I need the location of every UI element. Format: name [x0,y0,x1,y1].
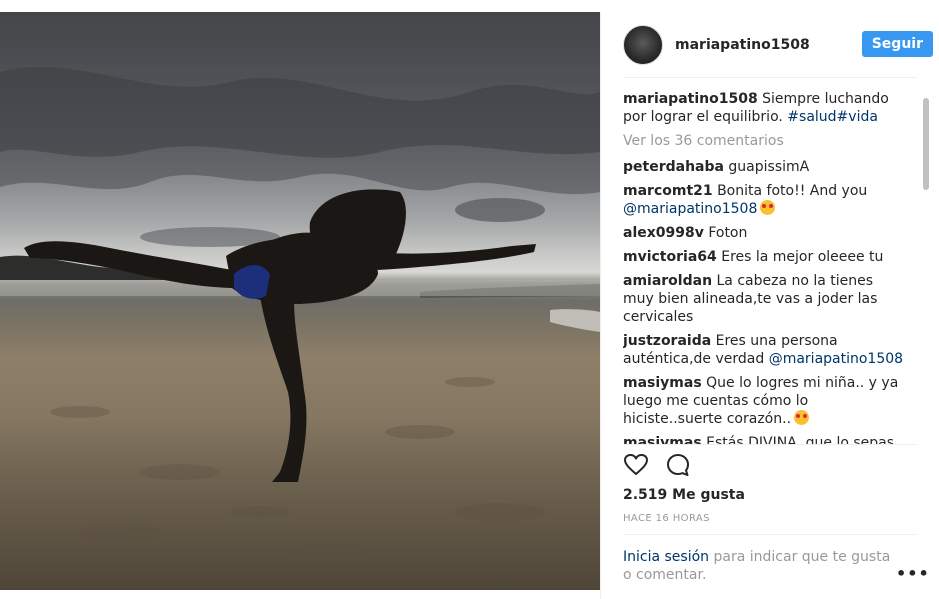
post-side-panel: mariapatino1508 Seguir mariapatino1508 S… [600,12,939,599]
comment-text: guapissimA [728,159,810,175]
comment-username[interactable]: amiaroldan [623,273,712,289]
comment-username[interactable]: justzoraida [623,333,711,349]
post-header: mariapatino1508 Seguir [623,18,933,72]
heart-eyes-emoji-icon [794,410,810,425]
comment-item: marcomt21 Bonita foto!! And you @mariapa… [623,182,905,218]
comment-text: Foton [708,225,748,241]
comment-item: alex0998v Foton [623,224,905,242]
comment-item: mvictoria64 Eres la mejor oleeee tu [623,248,905,266]
heart-eyes-emoji-icon [760,200,776,215]
header-username[interactable]: mariapatino1508 [675,37,810,53]
comment-item: masiymas Que lo logres mi niña.. y ya lu… [623,374,905,428]
comments-list[interactable]: mariapatino1508 Siempre luchando por log… [623,90,905,444]
caption-hashtags[interactable]: #salud#vida [787,109,878,125]
comment-mention[interactable]: @mariapatino1508 [769,351,903,367]
comment-text: Estás DIVINA, que lo sepas [706,435,895,444]
comments-scrollbar[interactable] [923,98,929,190]
action-bar [623,452,691,482]
comment-username[interactable]: marcomt21 [623,183,713,199]
comment-text: Eres la mejor oleeee tu [721,249,884,265]
comment-mention[interactable]: @mariapatino1508 [623,201,757,217]
comment-username[interactable]: masiymas [623,375,702,391]
comment-text: Bonita foto!! And you [717,183,868,199]
follow-button[interactable]: Seguir [861,31,933,57]
comment-item: masiymas Estás DIVINA, que lo sepas [623,434,905,444]
avatar[interactable] [623,25,663,65]
comment-item: peterdahaba guapissimA [623,158,905,176]
post-timestamp: HACE 16 HORAS [623,513,710,524]
comment-username[interactable]: masiymas [623,435,702,444]
comment-icon[interactable] [665,452,691,482]
heart-icon[interactable] [623,452,649,482]
comment-username[interactable]: peterdahaba [623,159,724,175]
login-link[interactable]: Inicia sesión [623,549,709,565]
header-divider [623,77,917,78]
comment-username[interactable]: alex0998v [623,225,704,241]
login-prompt: Inicia sesión para indicar que te gusta … [623,548,893,584]
more-options-icon[interactable]: ••• [896,564,930,583]
photo-illustration [0,12,600,561]
caption: mariapatino1508 Siempre luchando por log… [623,90,905,126]
comment-username[interactable]: mvictoria64 [623,249,717,265]
footer-divider [623,534,917,535]
comment-item: justzoraida Eres una persona auténtica,d… [623,332,905,368]
caption-username[interactable]: mariapatino1508 [623,91,758,107]
comment-item: amiaroldan La cabeza no la tienes muy bi… [623,272,905,326]
post-photo[interactable] [0,12,600,590]
comments-divider [623,444,917,445]
likes-count[interactable]: 2.519 Me gusta [623,487,745,503]
view-comments-link[interactable]: Ver los 36 comentarios [623,132,905,150]
